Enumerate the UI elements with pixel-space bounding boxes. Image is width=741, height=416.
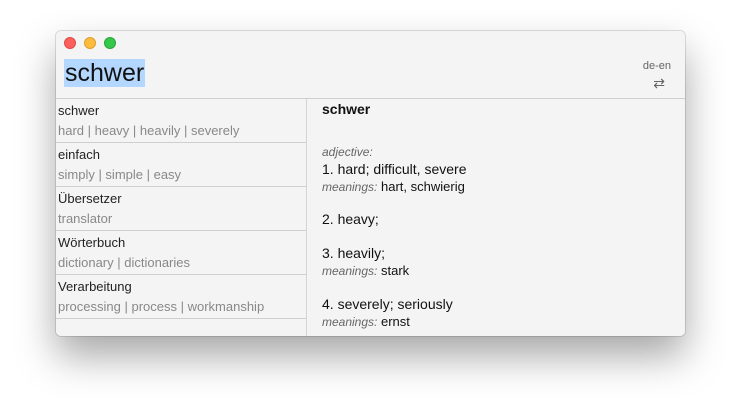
result-word: Verarbeitung	[58, 279, 132, 294]
meanings-value: hart, schwierig	[381, 179, 465, 194]
definition-panel: schwer adjective: 1. hard; difficult, se…	[307, 99, 685, 336]
language-pair-label[interactable]: de-en	[643, 60, 671, 72]
minimize-window-button[interactable]	[84, 37, 96, 49]
results-list: schwer hard | heavy | heavily | severely…	[56, 99, 307, 336]
list-item[interactable]: Verarbeitung processing | process | work…	[56, 275, 306, 319]
list-item[interactable]: Übersetzer translator	[56, 187, 306, 231]
list-item[interactable]: Wörterbuch dictionary | dictionaries	[56, 231, 306, 275]
meanings-label: meanings:	[322, 264, 378, 278]
result-translations: simply | simple | easy	[58, 167, 182, 182]
result-word: schwer	[58, 103, 100, 118]
sense-4-meanings: meanings: ernst	[322, 314, 410, 329]
meanings-value: ernst	[381, 314, 410, 329]
list-item[interactable]: schwer hard | heavy | heavily | severely	[56, 99, 306, 143]
result-word: einfach	[58, 147, 100, 162]
result-word: Wörterbuch	[58, 235, 126, 250]
sense-3: 3. heavily;	[322, 245, 386, 261]
meanings-value: stark	[381, 263, 410, 278]
sense-3-meanings: meanings: stark	[322, 263, 409, 278]
swap-languages-icon[interactable]: ⇄	[653, 75, 665, 92]
part-of-speech: adjective:	[322, 145, 373, 159]
titlebar: schwer de-en ⇄	[56, 31, 685, 99]
headword: schwer	[322, 101, 371, 117]
result-translations: hard | heavy | heavily | severely	[58, 123, 240, 138]
meanings-label: meanings:	[322, 180, 378, 194]
result-translations: processing | process | workmanship	[58, 299, 265, 314]
sense-1: 1. hard; difficult, severe	[322, 161, 467, 177]
result-translations: dictionary | dictionaries	[58, 255, 190, 270]
search-query-text[interactable]: schwer	[64, 59, 146, 87]
close-window-button[interactable]	[64, 37, 76, 49]
sense-1-meanings: meanings: hart, schwierig	[322, 179, 465, 194]
list-item[interactable]: einfach simply | simple | easy	[56, 143, 306, 187]
search-input[interactable]: schwer	[64, 59, 146, 87]
result-word: Übersetzer	[58, 191, 122, 206]
result-translations: translator	[58, 211, 113, 226]
sense-4: 4. severely; seriously	[322, 296, 453, 312]
maximize-window-button[interactable]	[104, 37, 116, 49]
dictionary-window: schwer de-en ⇄ schwer hard | heavy | hea…	[56, 31, 685, 336]
sense-2: 2. heavy;	[322, 211, 379, 227]
meanings-label: meanings:	[322, 315, 378, 329]
